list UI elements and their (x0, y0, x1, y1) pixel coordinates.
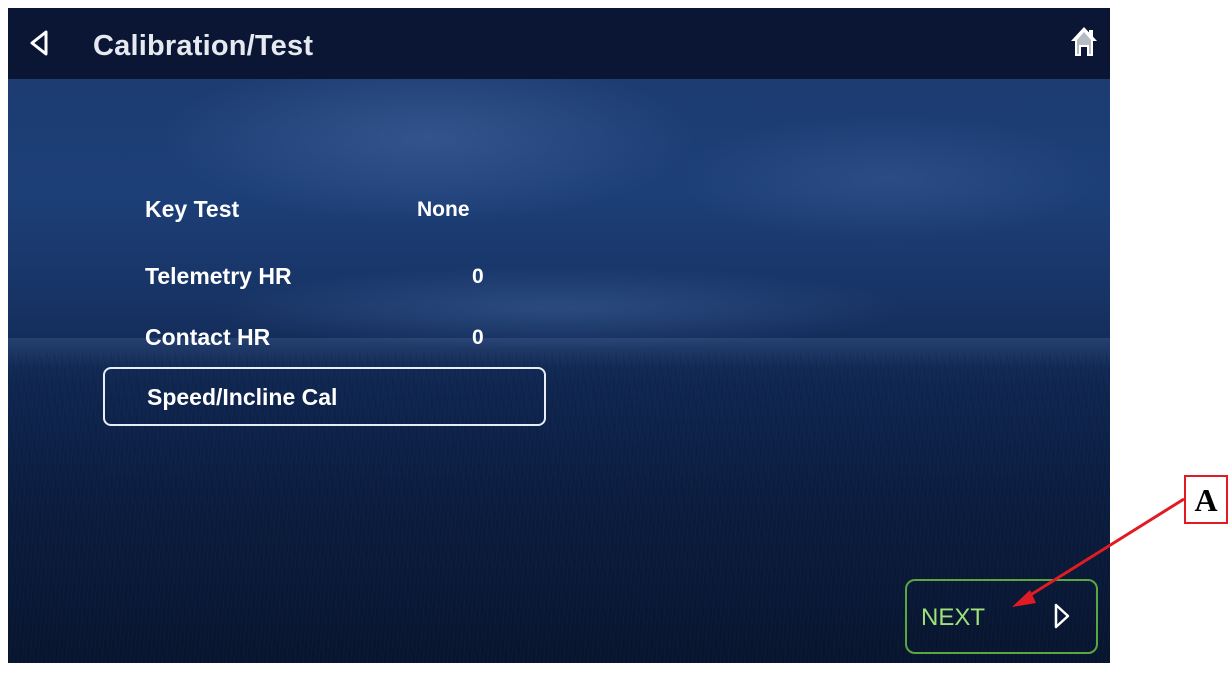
contact-hr-label: Contact HR (145, 324, 271, 350)
callout-letter: A (1194, 482, 1218, 518)
key-test-value: None (417, 198, 470, 221)
back-arrow-icon[interactable] (28, 30, 50, 56)
speed-incline-cal-label: Speed/Incline Cal (147, 384, 338, 410)
speed-incline-cal-button[interactable]: Speed/Incline Cal (103, 367, 546, 426)
telemetry-hr-value: 0 (472, 265, 484, 288)
next-button[interactable]: NEXT (905, 579, 1098, 654)
chevron-right-icon (1054, 603, 1070, 629)
key-test-label: Key Test (145, 196, 240, 222)
callout-label-box: A (1184, 475, 1228, 524)
telemetry-hr-label: Telemetry HR (145, 263, 292, 289)
console-screen: Calibration/Test Key Test None Telemetry… (8, 8, 1110, 663)
home-icon[interactable] (1070, 25, 1098, 58)
next-label: NEXT (921, 604, 986, 631)
title-bar: Calibration/Test (8, 8, 1110, 79)
contact-hr-value: 0 (472, 326, 484, 349)
page-title: Calibration/Test (93, 30, 314, 62)
